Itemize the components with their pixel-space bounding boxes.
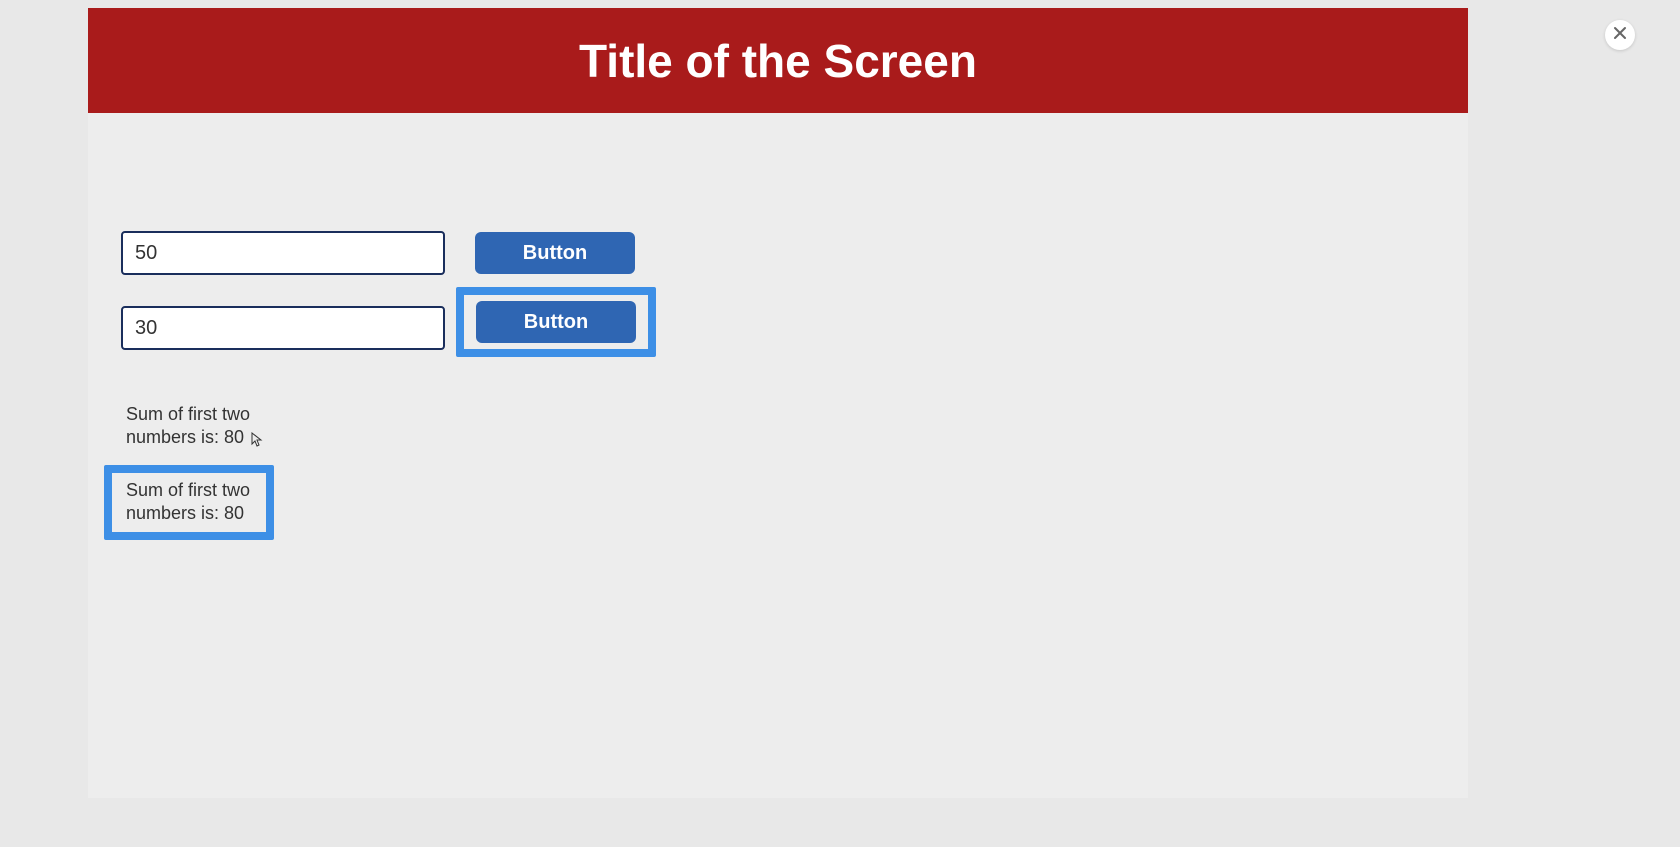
form-row-2 xyxy=(121,306,445,350)
result-text-plain: Sum of first two numbers is: 80 xyxy=(126,403,271,450)
header-bar: Title of the Screen xyxy=(88,8,1468,113)
action-button-2[interactable]: Button xyxy=(476,301,636,343)
close-button[interactable] xyxy=(1605,20,1635,50)
highlight-box-button: Button xyxy=(456,287,656,357)
page-title: Title of the Screen xyxy=(579,34,977,88)
page-container: Title of the Screen Button Button Sum of… xyxy=(88,8,1468,798)
form-row-1: Button xyxy=(121,231,635,275)
number-input-1[interactable] xyxy=(121,231,445,275)
highlight-box-result: Sum of first two numbers is: 80 xyxy=(104,465,274,540)
action-button-1[interactable]: Button xyxy=(475,232,635,274)
result-text-boxed: Sum of first two numbers is: 80 xyxy=(126,479,256,526)
number-input-2[interactable] xyxy=(121,306,445,350)
close-icon xyxy=(1613,26,1627,45)
